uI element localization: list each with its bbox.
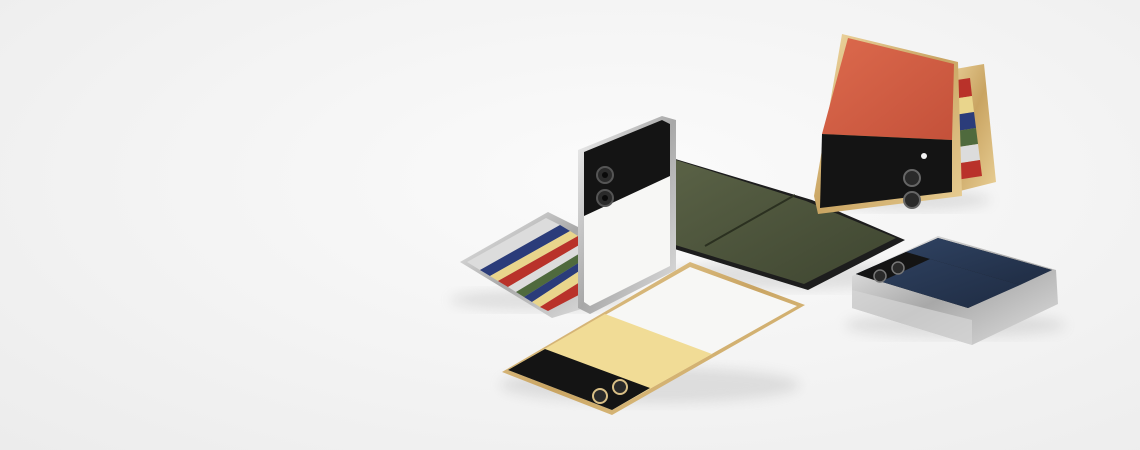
- orange-black-phone: [814, 34, 996, 214]
- product-scene: [0, 0, 1140, 450]
- phones-illustration: [450, 34, 1065, 415]
- striped-white-phone: [460, 116, 676, 318]
